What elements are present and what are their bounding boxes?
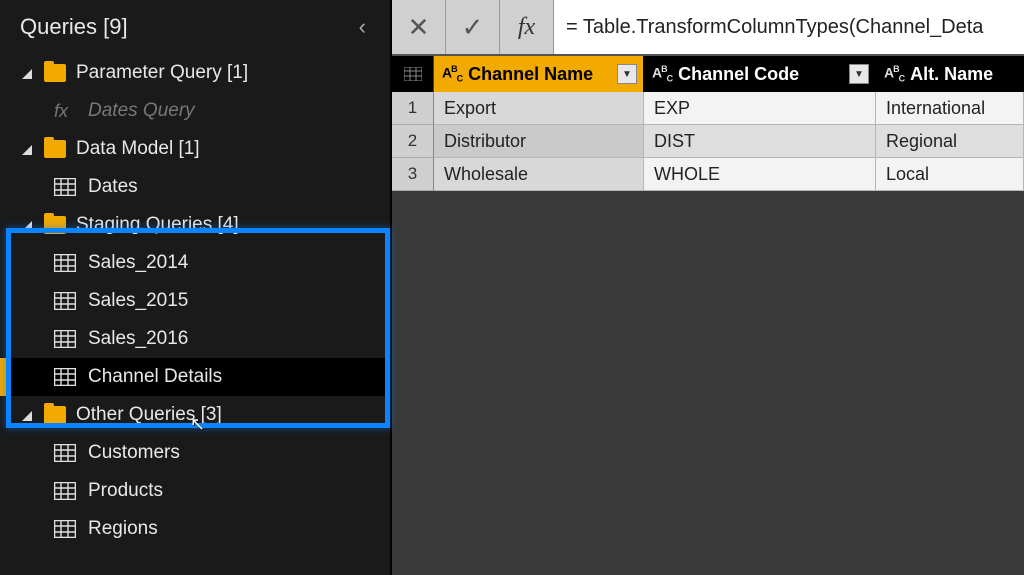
query-group[interactable]: Parameter Query [1] [0, 54, 390, 92]
text-type-icon: ABC [884, 64, 904, 83]
queries-sidebar: Queries [9] ‹ Parameter Query [1]fx Dates… [0, 0, 390, 575]
group-label: Other Queries [3] [76, 404, 222, 426]
query-group[interactable]: Other Queries [3] [0, 396, 390, 434]
cell[interactable]: Export [434, 92, 644, 125]
table-icon [54, 330, 76, 348]
table-row[interactable]: 3WholesaleWHOLELocal [392, 158, 1024, 191]
table-icon [54, 368, 76, 386]
grid-header-row: ABC Channel Name ▼ ABC Channel Code ▼ ABC Alt. … [392, 56, 1024, 92]
query-item-label: Dates Query [88, 100, 195, 122]
cell[interactable]: EXP [644, 92, 876, 125]
row-number[interactable]: 1 [392, 92, 434, 125]
select-all-corner[interactable] [392, 56, 434, 92]
column-filter-dropdown[interactable]: ▼ [849, 64, 869, 84]
query-item[interactable]: Products [0, 472, 390, 510]
text-type-icon: ABC [442, 64, 462, 83]
queries-tree: Parameter Query [1]fx Dates Query Data Mod… [0, 54, 390, 575]
expand-caret-icon [22, 408, 34, 424]
collapse-sidebar-icon[interactable]: ‹ [359, 14, 372, 40]
column-name: Channel Code [678, 64, 799, 85]
row-number[interactable]: 3 [392, 158, 434, 191]
query-item[interactable]: Dates [0, 168, 390, 206]
folder-icon [44, 406, 66, 424]
cancel-formula-button[interactable]: ✕ [392, 0, 446, 54]
cell[interactable]: International [876, 92, 1024, 125]
cell[interactable]: Wholesale [434, 158, 644, 191]
cell[interactable]: Regional [876, 125, 1024, 158]
formula-bar: ✕ ✓ fx [392, 0, 1024, 56]
text-type-icon: ABC [652, 64, 672, 83]
cell[interactable]: DIST [644, 125, 876, 158]
query-item[interactable]: Channel Details [0, 358, 390, 396]
query-group[interactable]: Staging Queries [4] [0, 206, 390, 244]
query-item[interactable]: Regions [0, 510, 390, 548]
query-group[interactable]: Data Model [1] [0, 130, 390, 168]
column-name: Alt. Name [910, 64, 993, 85]
column-header[interactable]: ABC Channel Name ▼ [434, 56, 644, 92]
sidebar-header: Queries [9] ‹ [0, 0, 390, 54]
sidebar-title: Queries [9] [20, 14, 128, 40]
query-item[interactable]: Sales_2016 [0, 320, 390, 358]
query-item[interactable]: Sales_2014 [0, 244, 390, 282]
table-icon [54, 254, 76, 272]
formula-input[interactable] [554, 0, 1024, 54]
cell[interactable]: Distributor [434, 125, 644, 158]
query-item[interactable]: Sales_2015 [0, 282, 390, 320]
expand-caret-icon [22, 66, 34, 82]
query-item-label: Sales_2016 [88, 328, 188, 350]
query-item-label: Channel Details [88, 366, 222, 388]
fx-icon: fx [54, 101, 76, 122]
column-header[interactable]: ABC Channel Code ▼ [644, 56, 876, 92]
query-item[interactable]: fx Dates Query [0, 92, 390, 130]
expand-caret-icon [22, 142, 34, 158]
query-item-label: Products [88, 480, 163, 502]
query-item-label: Sales_2014 [88, 252, 188, 274]
group-label: Parameter Query [1] [76, 62, 248, 84]
main-panel: ✕ ✓ fx ABCChannel Name▼ABCChannel Code▼A… [390, 0, 1024, 575]
column-name: Channel Name [468, 64, 593, 85]
table-icon [54, 482, 76, 500]
folder-icon [44, 140, 66, 158]
folder-icon [44, 64, 66, 82]
accept-formula-button[interactable]: ✓ [446, 0, 500, 54]
table-row[interactable]: 1ExportEXPInternational [392, 92, 1024, 125]
group-label: Data Model [1] [76, 138, 200, 160]
column-filter-dropdown[interactable]: ▼ [617, 64, 637, 84]
fx-button[interactable]: fx [500, 0, 554, 54]
table-icon [54, 444, 76, 462]
table-icon [54, 178, 76, 196]
table-icon [54, 520, 76, 538]
folder-icon [44, 216, 66, 234]
query-item-label: Dates [88, 176, 138, 198]
data-grid: ABC Channel Name ▼ ABC Channel Code ▼ ABC Alt. … [392, 56, 1024, 191]
query-item[interactable]: Customers [0, 434, 390, 472]
expand-caret-icon [22, 218, 34, 234]
column-header[interactable]: ABC Alt. Name [876, 56, 1024, 92]
query-item-label: Customers [88, 442, 180, 464]
table-row[interactable]: 2DistributorDISTRegional [392, 125, 1024, 158]
group-label: Staging Queries [4] [76, 214, 239, 236]
cell[interactable]: WHOLE [644, 158, 876, 191]
row-number[interactable]: 2 [392, 125, 434, 158]
table-icon [54, 292, 76, 310]
cell[interactable]: Local [876, 158, 1024, 191]
query-item-label: Regions [88, 518, 158, 540]
query-item-label: Sales_2015 [88, 290, 188, 312]
